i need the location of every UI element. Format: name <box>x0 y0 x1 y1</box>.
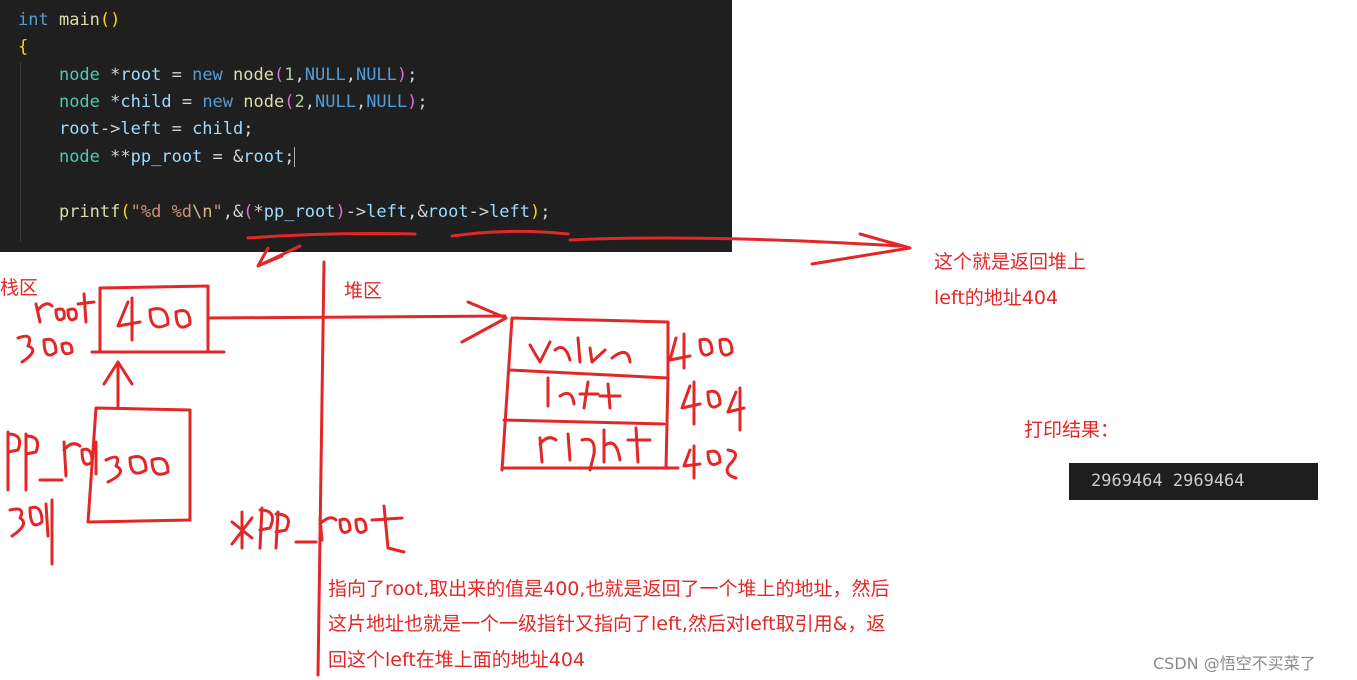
hand-value <box>528 336 632 364</box>
pp-root-box <box>86 406 192 524</box>
hand-404 <box>680 380 746 432</box>
hand-star-pp-root <box>230 504 406 554</box>
print-result-label: 打印结果： <box>1024 419 1120 441</box>
hand-400-root <box>116 296 192 342</box>
csdn-watermark: CSDN @悟空不买菜了 <box>1153 654 1316 673</box>
hand-right <box>538 426 652 472</box>
bottom-note-line-2: 这片地址也就是一个一级指针又指向了left,然后对left取引用&，返 <box>328 613 886 635</box>
underline-root-left <box>450 229 570 238</box>
hand-left <box>546 376 622 410</box>
hand-300-pp <box>104 455 170 484</box>
hand-408 <box>682 444 738 480</box>
arrow-to-right-note <box>568 232 912 266</box>
arrow-up <box>102 360 134 408</box>
underline-pp-root-left <box>246 232 417 240</box>
right-note-line-1: 这个就是返回堆上 <box>934 251 1087 273</box>
hand-400-heap <box>668 332 734 370</box>
hand-root-label <box>34 292 96 324</box>
stack-area-label: 栈区 <box>0 277 39 299</box>
stack-heap-divider <box>316 260 326 677</box>
bottom-note-line-3: 回这个left在堆上面的地址404 <box>328 649 586 671</box>
bottom-note-line-1: 指向了root,取出来的值是400,也就是返回了一个堆上的地址，然后 <box>328 578 890 600</box>
hand-300-stack <box>16 334 74 364</box>
hand-301 <box>8 502 50 538</box>
program-output: 2969464 2969464 <box>1069 463 1318 500</box>
right-note-line-2: left的地址404 <box>934 287 1059 309</box>
heap-area-label: 堆区 <box>344 280 383 302</box>
hand-pp-root-label <box>6 430 98 492</box>
arrow-down-left <box>256 244 302 268</box>
root-box <box>90 284 226 354</box>
arrow-to-heap <box>206 300 508 344</box>
